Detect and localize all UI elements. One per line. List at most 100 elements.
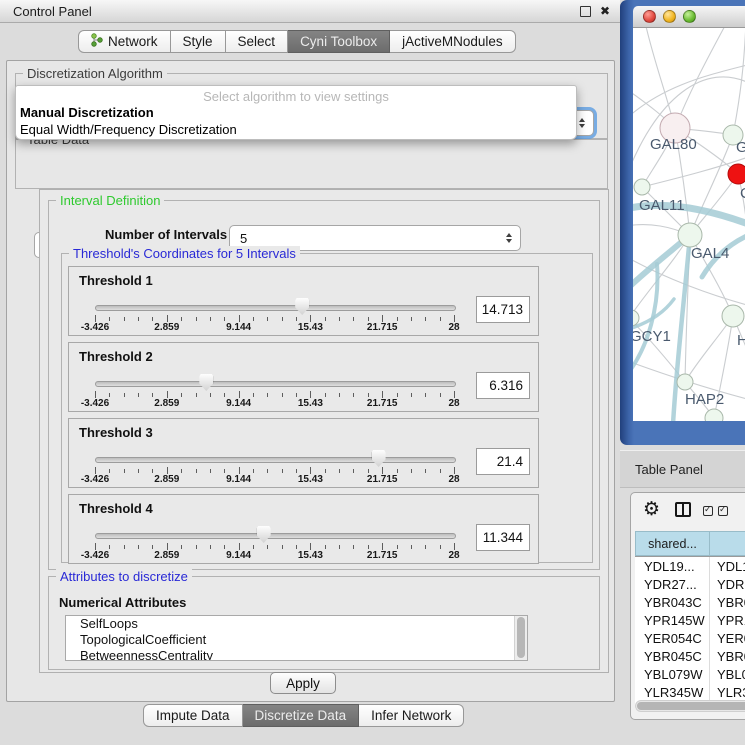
column-header-name[interactable]: n... bbox=[710, 531, 745, 556]
cell-shared-name[interactable]: YBL079W bbox=[635, 665, 710, 683]
gear-icon[interactable]: ⚙ bbox=[643, 498, 660, 523]
table-row[interactable]: YBL079WYBL0 bbox=[635, 665, 745, 683]
tab-jactivemnodules[interactable]: jActiveMNodules bbox=[390, 30, 516, 53]
zoom-traffic-light-icon[interactable] bbox=[683, 10, 696, 23]
float-window-icon[interactable] bbox=[580, 6, 591, 17]
threshold-panel-3: Threshold 3-3.4262.8599.14415.4321.71528… bbox=[68, 418, 539, 488]
network-edge[interactable] bbox=[685, 316, 733, 382]
network-edge[interactable] bbox=[733, 28, 745, 135]
network-node-label: GAL11 bbox=[639, 197, 685, 214]
close-icon[interactable]: ✖ bbox=[600, 5, 610, 17]
attribute-item[interactable]: TopologicalCoefficient bbox=[66, 632, 527, 648]
slider-thumb[interactable] bbox=[295, 298, 309, 315]
table-row[interactable]: YBR045CYBR0 bbox=[635, 647, 745, 665]
network-canvas[interactable]: GAL80G.CGAL11GAL4GCY1HHAP2 bbox=[633, 28, 745, 421]
tick-label: 21.715 bbox=[367, 550, 398, 561]
slider-track[interactable] bbox=[95, 533, 456, 539]
column-header-shared-name[interactable]: shared... bbox=[635, 531, 710, 556]
slider-track[interactable] bbox=[95, 305, 456, 311]
tick-label: 2.859 bbox=[154, 322, 179, 333]
control-panel-titlebar: Control Panel ✖ bbox=[0, 0, 620, 23]
top-tab-bar: NetworkStyleSelectCyni ToolboxjActiveMNo… bbox=[78, 30, 516, 53]
table-row[interactable]: YDL19...YDL1 bbox=[635, 557, 745, 575]
checkbox-icon[interactable] bbox=[718, 506, 728, 516]
cell-name[interactable]: YDR2 bbox=[710, 577, 745, 592]
network-node-gal11[interactable] bbox=[634, 179, 650, 195]
close-traffic-light-icon[interactable] bbox=[643, 10, 656, 23]
network-edge[interactable] bbox=[633, 64, 745, 120]
tab-impute-data[interactable]: Impute Data bbox=[143, 704, 243, 727]
tab-network[interactable]: Network bbox=[78, 30, 171, 53]
network-window-titlebar[interactable] bbox=[633, 6, 745, 28]
threshold-panel-4: Threshold 4-3.4262.8599.14415.4321.71528… bbox=[68, 494, 539, 564]
network-node-red-node[interactable] bbox=[728, 164, 745, 184]
network-node-bottom-node[interactable] bbox=[705, 409, 723, 421]
threshold-value-field[interactable]: 6.316 bbox=[476, 372, 530, 399]
dropdown-option-equal-width[interactable]: Equal Width/Frequency Discretization bbox=[16, 121, 576, 138]
threshold-panel-2: Threshold 2-3.4262.8599.14415.4321.71528… bbox=[68, 342, 539, 412]
attribute-item[interactable]: BetweennessCentrality bbox=[66, 648, 527, 661]
table-row[interactable]: YDR27...YDR2 bbox=[635, 575, 745, 593]
cell-name[interactable]: YLR3 bbox=[710, 685, 745, 700]
table-row[interactable]: YPR145WYPR1 bbox=[635, 611, 745, 629]
cell-shared-name[interactable]: YDL19... bbox=[635, 557, 710, 575]
slider-track[interactable] bbox=[95, 381, 456, 387]
tab-style[interactable]: Style bbox=[171, 30, 226, 53]
attribute-item[interactable]: SelfLoops bbox=[66, 616, 527, 632]
tab-discretize-data[interactable]: Discretize Data bbox=[243, 704, 360, 727]
table-row[interactable]: YER054CYER0 bbox=[635, 629, 745, 647]
cell-name[interactable]: YER0 bbox=[710, 631, 745, 646]
dropdown-option-manual-discretization[interactable]: Manual Discretization bbox=[16, 104, 576, 121]
slider-thumb[interactable] bbox=[257, 526, 271, 543]
horizontal-scrollbar[interactable] bbox=[635, 700, 745, 712]
slider-thumb[interactable] bbox=[372, 450, 386, 467]
threshold-value-field[interactable]: 14.713 bbox=[476, 296, 530, 323]
cell-shared-name[interactable]: YER054C bbox=[635, 629, 710, 647]
minimize-traffic-light-icon[interactable] bbox=[663, 10, 676, 23]
cell-shared-name[interactable]: YLR345W bbox=[635, 683, 710, 701]
threshold-value-field[interactable]: 11.344 bbox=[476, 524, 530, 551]
threshold-value-field[interactable]: 21.4 bbox=[476, 448, 530, 475]
cell-name[interactable]: YDL1 bbox=[710, 559, 745, 574]
column-layout-icon[interactable] bbox=[675, 502, 691, 517]
table-row[interactable]: YLR345WYLR3 bbox=[635, 683, 745, 701]
scrollbar-thumb[interactable] bbox=[517, 617, 525, 658]
threshold-label: Threshold 3 bbox=[79, 425, 153, 440]
slider-thumb[interactable] bbox=[199, 374, 213, 391]
cell-shared-name[interactable]: YBR043C bbox=[635, 593, 710, 611]
cell-name[interactable]: YBR0 bbox=[710, 595, 745, 610]
cell-shared-name[interactable]: YDR27... bbox=[635, 575, 710, 593]
table-panel-titlebar: Table Panel bbox=[620, 450, 745, 488]
cell-name[interactable]: YBL0 bbox=[710, 667, 745, 682]
tab-infer-network[interactable]: Infer Network bbox=[359, 704, 464, 727]
vertical-scrollbar[interactable] bbox=[514, 616, 527, 660]
cell-name[interactable]: YPR1 bbox=[710, 613, 745, 628]
numerical-attributes-list[interactable]: SelfLoopsTopologicalCoefficientBetweenne… bbox=[65, 615, 528, 661]
tick-label: 2.859 bbox=[154, 398, 179, 409]
control-panel-body: Discretization Algorithm Select algorith… bbox=[6, 60, 615, 702]
network-node-label: GCY1 bbox=[633, 328, 671, 345]
threshold-list: Threshold 1-3.4262.8599.14415.4321.71528… bbox=[68, 266, 539, 570]
checkbox-icon[interactable] bbox=[703, 506, 713, 516]
dropdown-placeholder: Select algorithm to view settings bbox=[16, 89, 576, 104]
network-node-h-node[interactable] bbox=[722, 305, 744, 327]
network-edge[interactable] bbox=[645, 28, 675, 128]
node-table-panel: ⚙ shared... n... YDL19...YDL1YDR27...YDR… bbox=[630, 492, 745, 720]
network-node-gal4[interactable] bbox=[678, 223, 702, 247]
tab-cyni-toolbox[interactable]: Cyni Toolbox bbox=[288, 30, 390, 53]
slider-track[interactable] bbox=[95, 457, 456, 463]
network-graph[interactable]: GAL80G.CGAL11GAL4GCY1HHAP2 bbox=[633, 28, 745, 421]
network-node-hap2[interactable] bbox=[677, 374, 693, 390]
network-node-gcy1[interactable] bbox=[633, 310, 639, 326]
tab-select[interactable]: Select bbox=[226, 30, 289, 53]
cell-shared-name[interactable]: YBR045C bbox=[635, 647, 710, 665]
table-row[interactable]: YBR043CYBR0 bbox=[635, 593, 745, 611]
tick-label: 28 bbox=[448, 550, 459, 561]
apply-button[interactable]: Apply bbox=[270, 672, 336, 694]
cell-shared-name[interactable]: YPR145W bbox=[635, 611, 710, 629]
cell-name[interactable]: YBR0 bbox=[710, 649, 745, 664]
numerical-attributes-label: Numerical Attributes bbox=[59, 595, 186, 610]
tick-label: 9.144 bbox=[226, 398, 251, 409]
network-view-window: GAL80G.CGAL11GAL4GCY1HHAP2 bbox=[620, 0, 745, 445]
scrollbar-thumb[interactable] bbox=[637, 702, 745, 710]
